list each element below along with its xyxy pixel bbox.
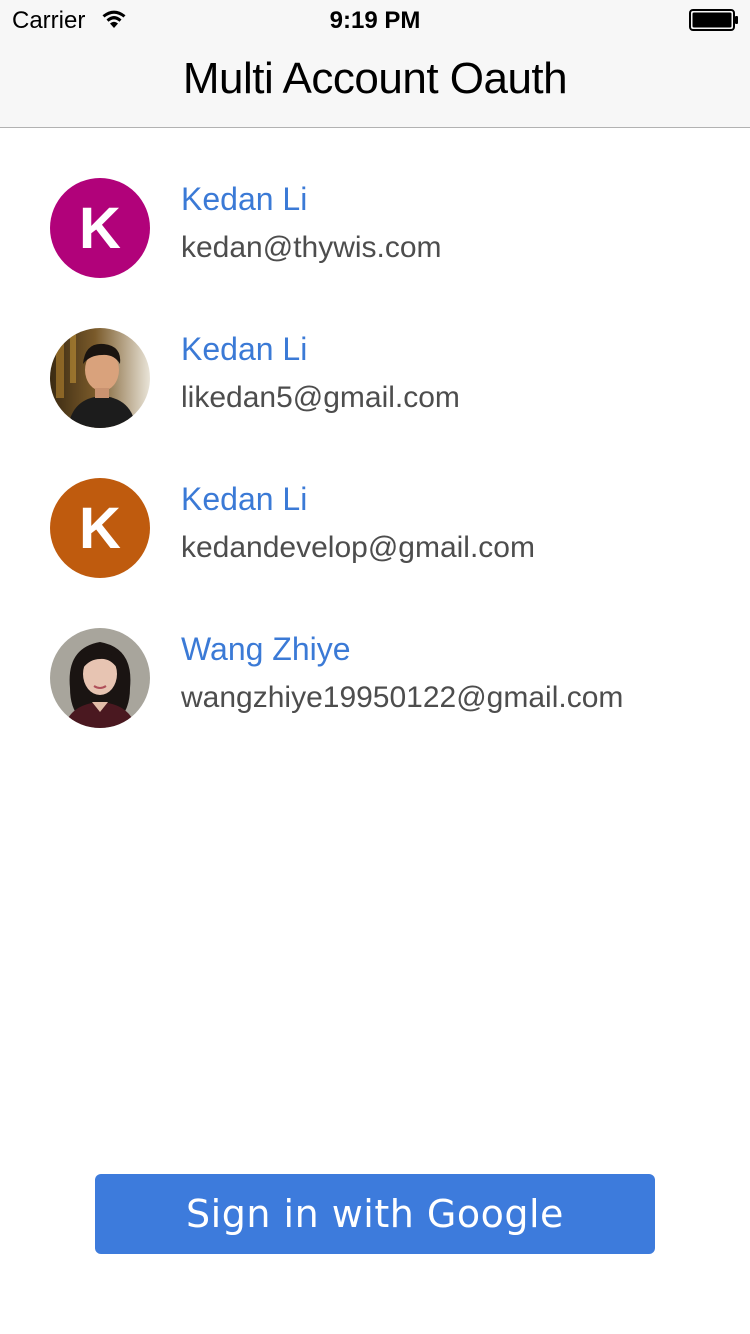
account-row[interactable]: K Kedan Li kedandevelop@gmail.com <box>0 428 750 578</box>
sign-in-button-label: Sign in with Google <box>186 1192 564 1236</box>
status-bar: Carrier 9:19 PM <box>0 0 750 40</box>
person-photo-avatar <box>50 628 150 728</box>
account-email: likedan5@gmail.com <box>181 381 460 414</box>
avatar-letter: K <box>79 495 121 561</box>
navigation-bar: Multi Account Oauth <box>0 40 750 128</box>
account-name: Wang Zhiye <box>181 631 351 667</box>
account-email: wangzhiye19950122@gmail.com <box>181 681 624 714</box>
status-time: 9:19 PM <box>329 7 421 34</box>
account-email: kedan@thywis.com <box>181 231 442 264</box>
person-photo-icon <box>50 328 150 428</box>
app-screen: Carrier 9:19 PM Multi Account Oauth K Ke… <box>0 0 750 1334</box>
account-row[interactable]: Kedan Li likedan5@gmail.com <box>0 278 750 428</box>
account-name: Kedan Li <box>181 481 308 517</box>
letter-avatar: K <box>50 178 150 278</box>
letter-avatar: K <box>50 478 150 578</box>
account-email: kedandevelop@gmail.com <box>181 531 535 564</box>
account-row[interactable]: Wang Zhiye wangzhiye19950122@gmail.com <box>0 578 750 728</box>
avatar-letter: K <box>79 195 121 261</box>
person-photo-icon <box>50 628 150 728</box>
account-list: K Kedan Li kedan@thywis.com Kedan Li lik… <box>0 128 750 728</box>
account-name: Kedan Li <box>181 181 308 217</box>
account-name: Kedan Li <box>181 331 308 367</box>
page-title: Multi Account Oauth <box>182 54 568 103</box>
battery-full-icon <box>689 9 738 31</box>
sign-in-with-google-button[interactable]: Sign in with Google <box>95 1174 655 1254</box>
person-photo-avatar <box>50 328 150 428</box>
account-row[interactable]: K Kedan Li kedan@thywis.com <box>0 128 750 278</box>
